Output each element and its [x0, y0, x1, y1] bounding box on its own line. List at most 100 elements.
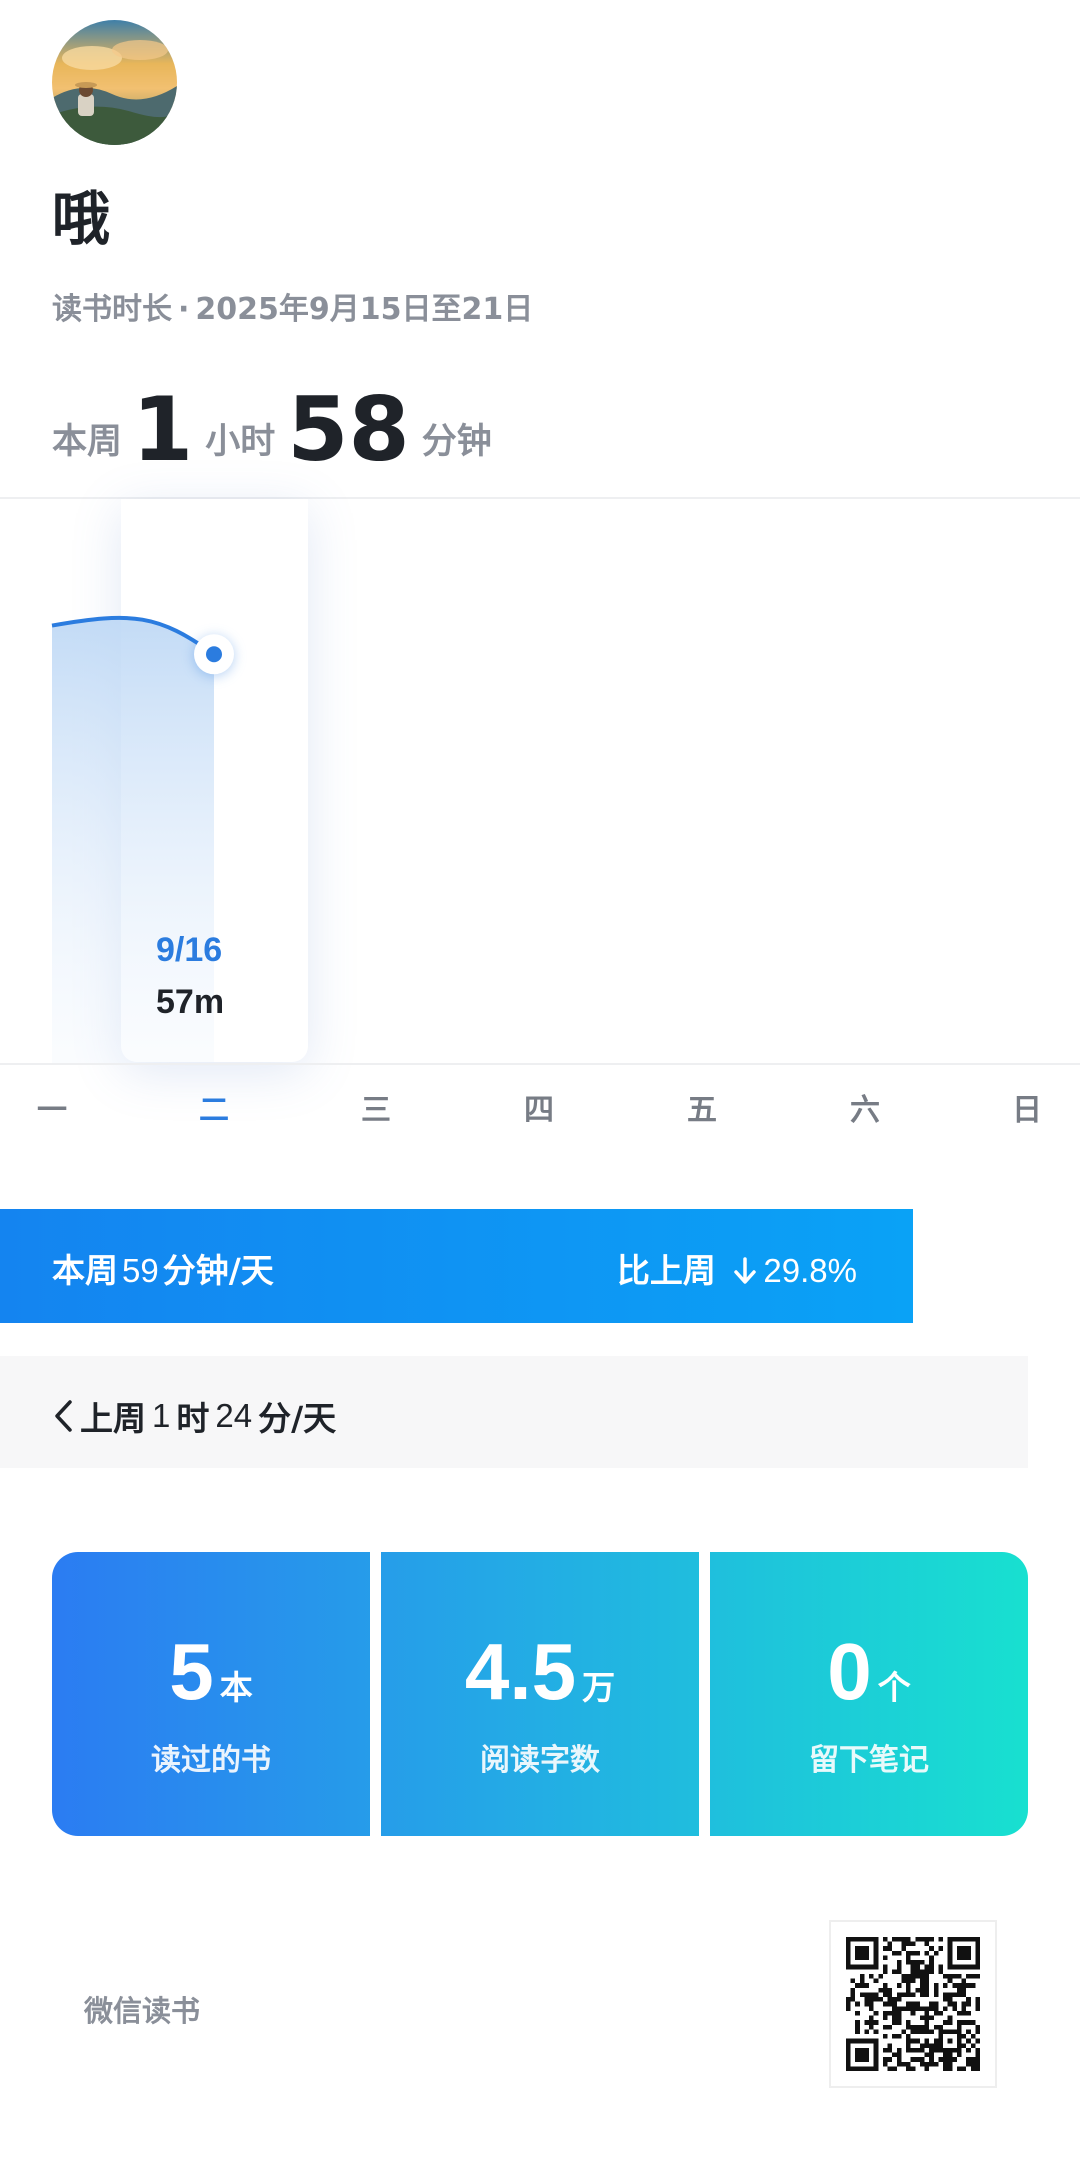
reading-chart[interactable]: 9/16 57m: [0, 499, 1080, 1063]
qr-module: [961, 2006, 967, 2011]
weekday-label[interactable]: 日: [987, 1085, 1067, 1129]
qr-module: [943, 2020, 948, 2025]
avatar-landscape-icon: [52, 20, 177, 145]
qr-module: [970, 2061, 976, 2067]
chart-point[interactable]: [206, 646, 222, 663]
qr-module: [961, 1978, 967, 1984]
qr-module: [966, 2020, 971, 2025]
qr-module: [892, 2006, 897, 2011]
qr-module: [938, 2010, 944, 2016]
chart-svg: [51, 615, 234, 1063]
qr-module: [970, 2066, 976, 2071]
weekday-label[interactable]: 一: [12, 1085, 92, 1129]
qr-module: [956, 1946, 971, 1961]
qr-module: [929, 1969, 934, 1974]
qr-module: [956, 2020, 962, 2025]
qr-module: [892, 2020, 897, 2025]
weekday-label[interactable]: 五: [662, 1085, 742, 1129]
qr-module: [943, 2057, 948, 2062]
qr-module: [887, 2043, 893, 2048]
qr-module: [906, 2047, 911, 2053]
chevron-left-icon[interactable]: [52, 1399, 74, 1433]
qr-module: [850, 1997, 856, 2002]
qr-module: [929, 2001, 934, 2007]
qr-module: [878, 1973, 883, 1979]
qr-module: [915, 2038, 920, 2044]
stat-divider: [370, 1552, 381, 1836]
qr-module: [933, 1950, 939, 1956]
qr-module: [855, 2024, 860, 2030]
qr-module: [882, 1983, 888, 1988]
qr-module: [956, 1983, 962, 1988]
qr-module: [906, 2024, 911, 2030]
tooltip-value: 57m: [156, 983, 225, 1021]
weekly-average-banner: 本周 59 分钟/天 比上周 29.8%: [0, 1209, 913, 1323]
qr-module: [855, 1946, 870, 1961]
qr-module: [910, 2001, 916, 2007]
qr-module: [901, 1973, 907, 1979]
qr-module: [910, 1941, 916, 1947]
qr-module: [970, 1983, 976, 1988]
qr-module: [933, 2043, 939, 2048]
qr-module: [975, 2038, 980, 2044]
qr-module: [878, 1987, 883, 1993]
weekly-total: 本周 1 小时 58 分钟: [52, 372, 492, 482]
stat-caption: 留下笔记: [809, 1743, 929, 1778]
weekday-label[interactable]: 三: [336, 1085, 416, 1129]
last-week-row[interactable]: 上周 1 时 24 分/天: [0, 1356, 1028, 1468]
qr-module: [887, 1946, 893, 1951]
qr-module: [933, 2024, 939, 2030]
qr-module: [975, 2061, 980, 2067]
qr-module: [864, 1983, 870, 1988]
qr-module: [882, 2010, 888, 2016]
qr-module: [933, 2038, 939, 2044]
qr-module: [975, 2052, 980, 2058]
qr-module: [882, 2024, 888, 2030]
qr-module: [887, 1992, 893, 1998]
qr-module: [887, 2057, 893, 2062]
weekday-label[interactable]: 六: [825, 1085, 905, 1129]
qr-module: [855, 2047, 870, 2062]
stat-words-read[interactable]: 4.5 万 阅读字数: [381, 1552, 699, 1836]
total-minutes: 58: [287, 378, 410, 482]
weekday-label[interactable]: 二: [174, 1085, 254, 1129]
weekly-unit: 分钟/天: [162, 1251, 274, 1290]
qr-module: [855, 2020, 860, 2025]
qr-module: [929, 2029, 934, 2035]
qr-module: [915, 2057, 920, 2062]
qr-module: [887, 2047, 893, 2053]
qr-module: [859, 1973, 865, 1979]
qr-module: [864, 1997, 870, 2002]
qr-module: [919, 1987, 925, 1993]
qr-module: [924, 2066, 930, 2071]
qr-module: [869, 1997, 874, 2002]
qr-module: [910, 1973, 916, 1979]
qr-module: [896, 1997, 902, 2002]
qr-module: [896, 2047, 902, 2053]
qr-module: [869, 2024, 874, 2030]
qr-module: [882, 2047, 888, 2053]
stat-divider: [699, 1552, 710, 1836]
qr-module: [887, 2001, 893, 2007]
qr-module: [966, 2001, 971, 2007]
qr-module: [915, 1950, 920, 1956]
weekday-label[interactable]: 四: [499, 1085, 579, 1129]
stat-books-read[interactable]: 5本 读过的书: [52, 1552, 370, 1836]
qr-module: [906, 1955, 911, 1961]
qr-module: [901, 2061, 907, 2067]
qr-module: [896, 1950, 902, 1956]
qr-module: [915, 1987, 920, 1993]
period-label: 读书时长: [52, 292, 172, 327]
total-prefix: 本周: [52, 422, 123, 462]
stat-notes[interactable]: 0个 留下笔记: [710, 1552, 1028, 1836]
qr-module: [933, 2001, 939, 2007]
qr-module: [929, 2006, 934, 2011]
qr-module: [975, 1997, 980, 2002]
qr-module: [892, 2015, 897, 2021]
qr-code[interactable]: [829, 1920, 997, 2088]
qr-module: [896, 2020, 902, 2025]
stat-unit: 个: [877, 1668, 911, 1707]
qr-module: [919, 1978, 925, 1984]
qr-module: [947, 2052, 953, 2058]
qr-module: [929, 1960, 934, 1965]
